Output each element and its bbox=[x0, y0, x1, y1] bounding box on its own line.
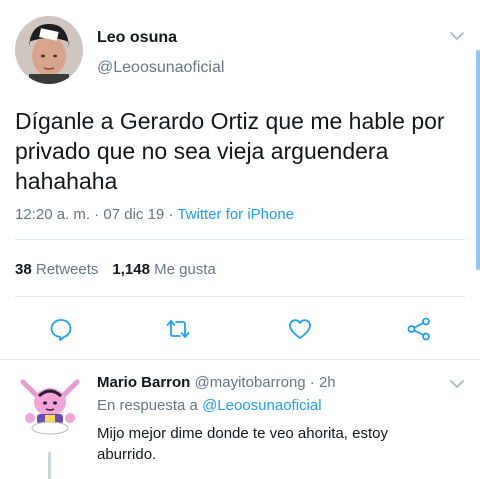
divider bbox=[0, 359, 480, 360]
reply-icon[interactable] bbox=[48, 316, 74, 342]
reply-author-handle[interactable]: @mayitobarrong · 2h bbox=[195, 374, 336, 391]
retweet-icon[interactable] bbox=[165, 316, 191, 342]
reply-text: Mijo mejor dime donde te veo ahorita, es… bbox=[97, 425, 388, 463]
avatar[interactable] bbox=[15, 16, 83, 84]
likes-count: 1,148 bbox=[112, 261, 150, 278]
avatar-image bbox=[15, 16, 83, 84]
author-handle[interactable]: @Leoosunaoficial bbox=[97, 59, 224, 77]
tweet-text: Díganle a Gerardo Ortiz que me hable por… bbox=[15, 108, 445, 194]
chevron-down-icon[interactable] bbox=[449, 378, 465, 390]
reply-author-name[interactable]: Mario Barron bbox=[97, 374, 190, 391]
tweet-source-link[interactable]: Twitter for iPhone bbox=[177, 206, 294, 223]
main-tweet: Leo osuna @Leoosunaoficial Díganle a Ger… bbox=[0, 0, 480, 360]
reply-header: Mario Barron @mayitobarrong · 2h bbox=[97, 374, 336, 391]
reply-prefix: En respuesta a bbox=[97, 397, 203, 414]
reply-mention-link[interactable]: @Leoosunaoficial bbox=[202, 397, 321, 414]
like-icon[interactable] bbox=[287, 316, 313, 342]
share-icon[interactable] bbox=[406, 316, 432, 342]
likes-label: Me gusta bbox=[154, 261, 216, 278]
retweets-stat[interactable]: 38 Retweets bbox=[15, 261, 98, 278]
author-name[interactable]: Leo osuna bbox=[97, 29, 177, 47]
divider bbox=[15, 239, 465, 240]
tweet-meta: 12:20 a. m. · 07 dic 19 · Twitter for iP… bbox=[15, 206, 294, 223]
tweet-stats: 38 Retweets 1,148 Me gusta bbox=[15, 261, 216, 278]
retweets-label: Retweets bbox=[35, 261, 99, 278]
reply-avatar[interactable] bbox=[15, 372, 85, 436]
retweets-count: 38 bbox=[15, 261, 32, 278]
tweet-timestamp: 12:20 a. m. · 07 dic 19 · bbox=[15, 206, 178, 223]
divider bbox=[15, 296, 465, 297]
thread-line bbox=[48, 452, 51, 479]
reply-context: En respuesta a @Leoosunaoficial bbox=[97, 397, 322, 414]
likes-stat[interactable]: 1,148 Me gusta bbox=[112, 261, 215, 278]
chevron-down-icon[interactable] bbox=[449, 30, 465, 42]
